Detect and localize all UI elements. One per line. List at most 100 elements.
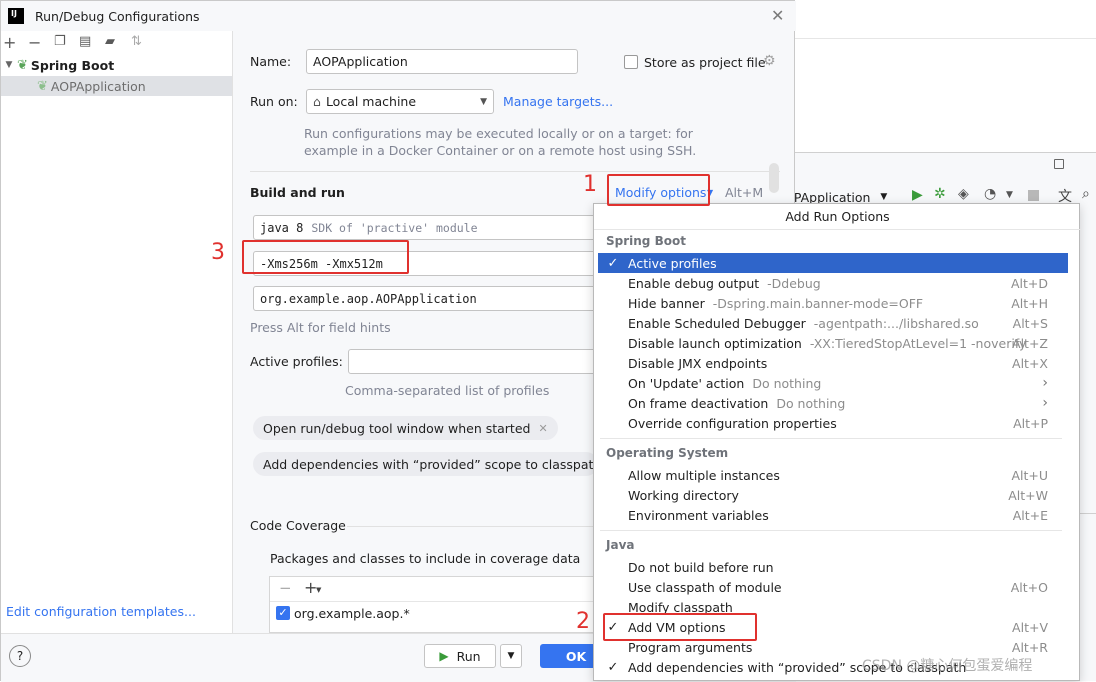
option-label: On frame deactivation xyxy=(628,395,769,411)
option-active-profiles[interactable]: ✓ Active profiles xyxy=(598,253,1068,273)
edit-templates-link[interactable]: Edit configuration templates... xyxy=(6,604,196,619)
check-icon: ✓ xyxy=(607,255,619,271)
option-environment-variables[interactable]: Environment variables Alt+E xyxy=(598,505,1068,525)
build-and-run-heading: Build and run xyxy=(250,185,345,200)
section-operating-system: Operating System xyxy=(606,446,729,460)
option-label: Disable launch optimization xyxy=(628,335,802,351)
profile-icon[interactable]: ◔ xyxy=(984,186,996,202)
store-as-project-checkbox[interactable] xyxy=(624,55,638,69)
table-divider xyxy=(270,601,598,602)
coverage-item-checkbox[interactable]: ✓ xyxy=(276,606,290,620)
tree-item-aopapplication[interactable]: ❦ AOPApplication xyxy=(1,76,232,96)
option-working-directory[interactable]: Working directory Alt+W xyxy=(598,485,1068,505)
option-detail: Do nothing xyxy=(752,375,822,391)
annotation-box-1 xyxy=(607,174,710,206)
chevron-down-icon: ▼ xyxy=(316,586,322,594)
name-field[interactable]: AOPApplication xyxy=(306,49,578,74)
annotation-box-2 xyxy=(603,613,757,641)
annotation-number-3: 3 xyxy=(211,240,225,265)
option-shortcut: Alt+W xyxy=(1008,487,1048,503)
manage-targets-link[interactable]: Manage targets... xyxy=(503,94,613,109)
option-on-update-action[interactable]: On 'Update' action Do nothing › xyxy=(598,373,1068,393)
section-separator xyxy=(600,438,1062,439)
section-divider xyxy=(250,171,780,172)
option-label: Program arguments xyxy=(628,639,753,655)
chip-label: Open run/debug tool window when started xyxy=(263,420,531,436)
option-shortcut: Alt+H xyxy=(1011,295,1048,311)
option-disable-launch-optimization[interactable]: Disable launch optimization -XX:TieredSt… xyxy=(598,333,1068,353)
popup-scrollbar[interactable] xyxy=(1067,234,1075,674)
active-profiles-label: Active profiles: xyxy=(250,354,343,369)
option-label: Enable debug output xyxy=(628,275,760,291)
option-detail: Do nothing xyxy=(776,395,846,411)
option-enable-debug-output[interactable]: Enable debug output -Ddebug Alt+D xyxy=(598,273,1068,293)
run-button[interactable]: ▶ Run xyxy=(424,644,496,668)
remove-icon[interactable]: − xyxy=(279,579,292,597)
option-detail: -Ddebug xyxy=(767,275,821,291)
gear-icon[interactable]: ⚙ xyxy=(763,53,776,69)
popup-title: Add Run Options xyxy=(594,204,1081,230)
field-hints-text: Press Alt for field hints xyxy=(250,320,391,335)
help-button[interactable]: ? xyxy=(9,645,31,667)
option-shortcut: Alt+V xyxy=(1012,619,1048,635)
section-spring-boot: Spring Boot xyxy=(606,234,686,248)
debug-icon[interactable]: ✲ xyxy=(934,186,946,202)
remove-icon[interactable]: − xyxy=(28,33,41,52)
section-java: Java xyxy=(606,538,635,552)
search-icon[interactable]: ⌕ xyxy=(1082,186,1090,202)
chevron-down-icon: ▼ xyxy=(5,60,13,70)
home-icon: ⌂ xyxy=(313,94,321,109)
new-folder-icon[interactable]: ▰ xyxy=(105,34,115,49)
section-divider xyxy=(347,526,597,527)
add-icon[interactable]: + xyxy=(3,33,16,52)
option-do-not-build[interactable]: Do not build before run xyxy=(598,557,1068,577)
tree-group-spring-boot[interactable]: ▼ ❦ Spring Boot xyxy=(1,55,232,75)
close-icon[interactable]: ✕ xyxy=(538,422,547,435)
chip-open-tool-window[interactable]: Open run/debug tool window when started … xyxy=(253,416,558,440)
option-override-configuration-properties[interactable]: Override configuration properties Alt+P xyxy=(598,413,1068,433)
run-on-select[interactable]: ⌂ Local machine ▼ xyxy=(306,89,494,114)
main-class-field[interactable]: org.example.aop.AOPApplication xyxy=(253,286,603,311)
jdk-field[interactable]: java 8 SDK of 'practive' module xyxy=(253,215,603,240)
intellij-logo-icon: IJ xyxy=(8,8,24,24)
coverage-packages-label: Packages and classes to include in cover… xyxy=(270,551,581,566)
option-detail: -agentpath:.../libshared.so xyxy=(813,315,979,331)
option-allow-multiple-instances[interactable]: Allow multiple instances Alt+U xyxy=(598,465,1068,485)
option-hide-banner[interactable]: Hide banner -Dspring.main.banner-mode=OF… xyxy=(598,293,1068,313)
store-as-project-label: Store as project file xyxy=(644,55,766,70)
chevron-down-icon[interactable]: ▼ xyxy=(1006,190,1013,200)
option-use-classpath-of-module[interactable]: Use classpath of module Alt+O xyxy=(598,577,1068,597)
option-label: On 'Update' action xyxy=(628,375,745,391)
copy-icon[interactable]: ❐ xyxy=(54,34,66,49)
option-on-frame-deactivation[interactable]: On frame deactivation Do nothing › xyxy=(598,393,1068,413)
option-shortcut: Alt+D xyxy=(1010,275,1048,291)
title-bar: IJ Run/Debug Configurations ✕ xyxy=(1,1,796,31)
sort-icon[interactable]: ⇅ xyxy=(131,34,142,49)
option-enable-scheduled-debugger[interactable]: Enable Scheduled Debugger -agentpath:...… xyxy=(598,313,1068,333)
active-profiles-field[interactable] xyxy=(348,349,603,374)
chip-add-dependencies[interactable]: Add dependencies with “provided” scope t… xyxy=(253,452,598,476)
option-disable-jmx-endpoints[interactable]: Disable JMX endpoints Alt+X xyxy=(598,353,1068,373)
panel-divider xyxy=(1080,513,1096,514)
coverage-item-label: org.example.aop.* xyxy=(294,606,410,621)
option-label: Use classpath of module xyxy=(628,579,782,595)
stop-icon[interactable] xyxy=(1028,190,1039,201)
add-run-options-popup: Add Run Options Spring Boot ✓ Active pro… xyxy=(593,203,1081,681)
spring-boot-icon: ❦ xyxy=(37,78,48,94)
option-label: Enable Scheduled Debugger xyxy=(628,315,806,331)
coverage-icon[interactable]: ◈ xyxy=(958,186,969,202)
jdk-hint: SDK of 'practive' module xyxy=(311,220,478,235)
option-shortcut: Alt+Z xyxy=(1012,335,1048,351)
run-dropdown-button[interactable]: ▼ xyxy=(500,644,522,668)
maximize-icon[interactable] xyxy=(1054,159,1064,169)
close-icon[interactable]: ✕ xyxy=(771,6,784,25)
option-label: Allow multiple instances xyxy=(628,467,780,483)
scrollbar-thumb[interactable] xyxy=(769,163,779,193)
option-label: Environment variables xyxy=(628,507,769,523)
chevron-right-icon: › xyxy=(1042,395,1048,411)
option-shortcut: Alt+P xyxy=(1013,415,1048,431)
config-tree-panel: + − ❐ ▤ ▰ ⇅ ▼ ❦ Spring Boot ❦ AOPApplica… xyxy=(1,31,233,641)
chevron-down-icon: ▼ xyxy=(880,192,888,202)
run-icon[interactable]: ▶ xyxy=(912,187,923,203)
save-icon[interactable]: ▤ xyxy=(79,34,91,49)
